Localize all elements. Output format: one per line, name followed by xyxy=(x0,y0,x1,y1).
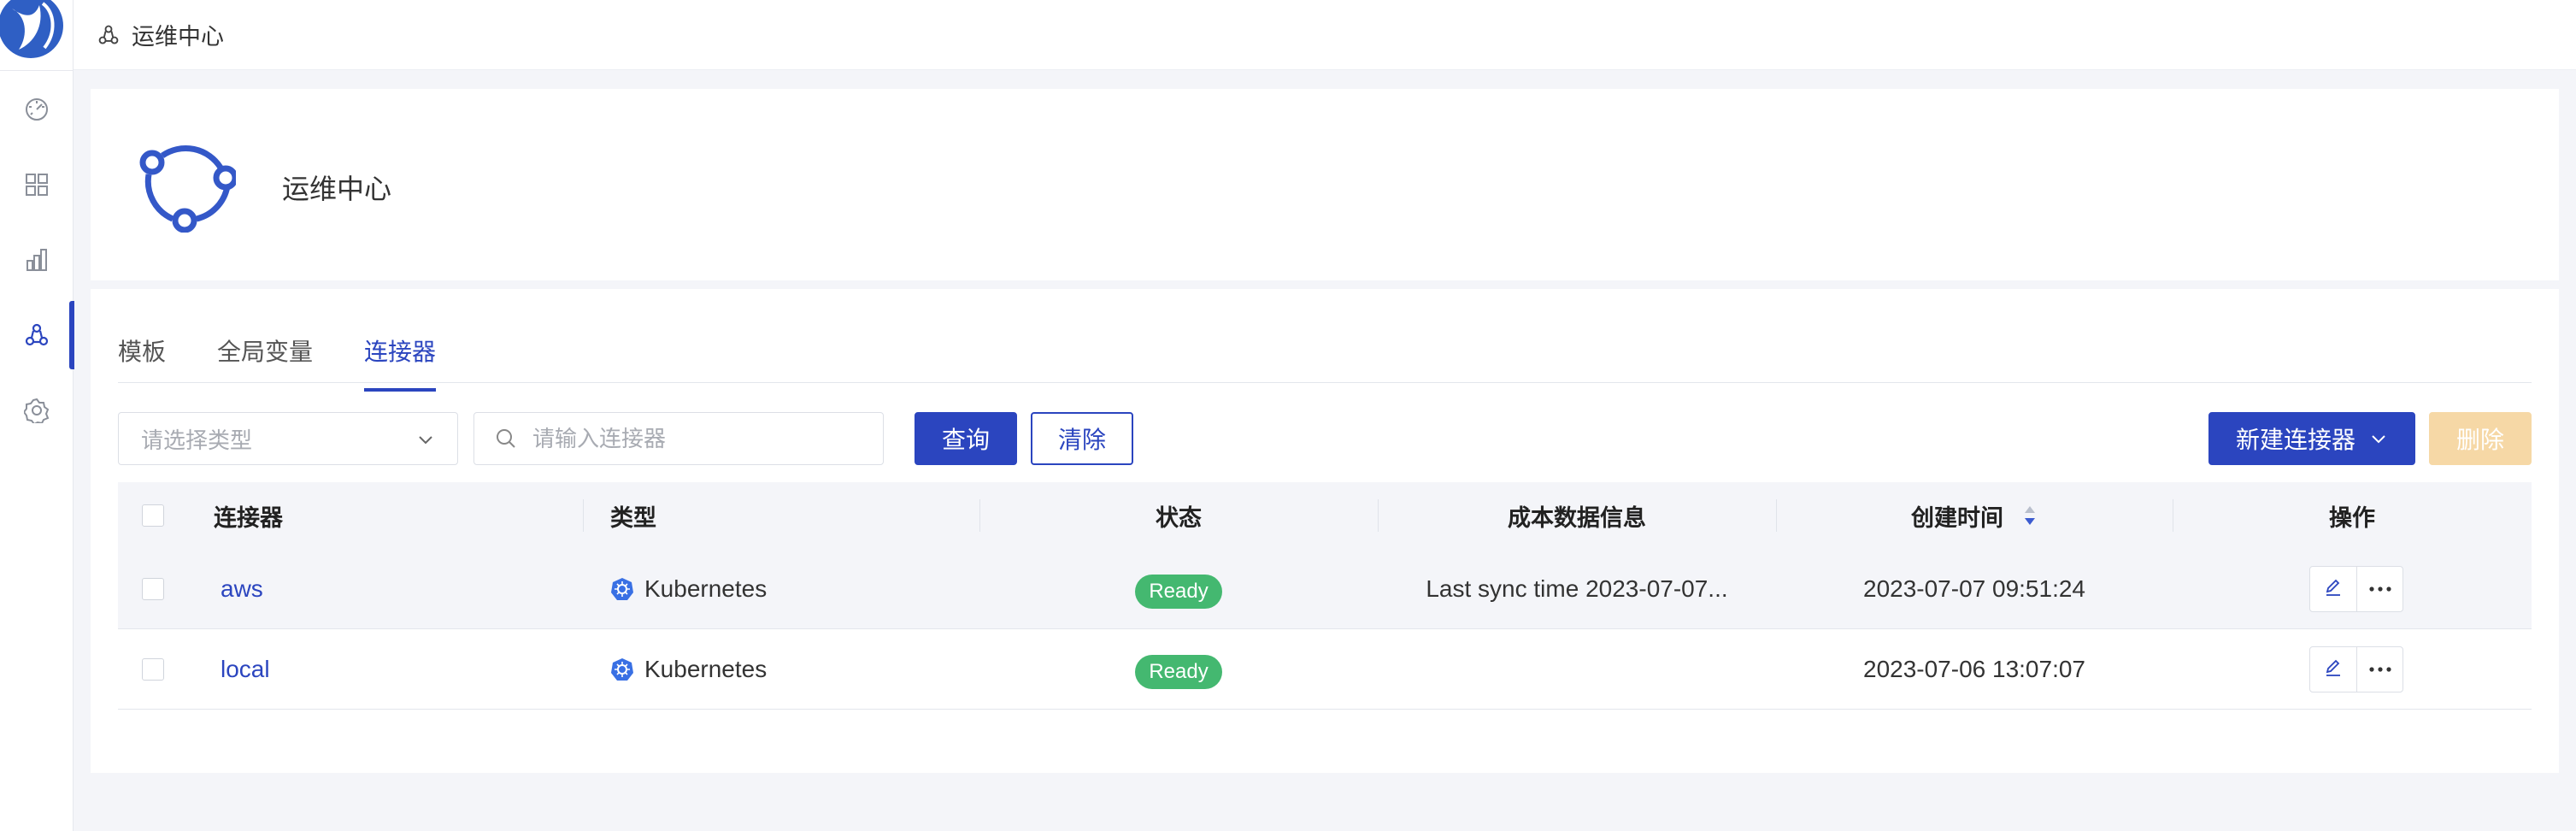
kubernetes-icon xyxy=(610,657,634,681)
more-actions-button[interactable] xyxy=(2356,647,2403,692)
edit-pencil-icon xyxy=(2323,577,2344,602)
sidebar-item-ops-center[interactable] xyxy=(0,301,74,369)
type-select[interactable]: 请选择类型 xyxy=(118,412,458,465)
table-header: 连接器 类型 状态 成本数据信息 创建时间 操作 xyxy=(118,482,2532,549)
type-cell: Kubernetes xyxy=(610,549,767,629)
connector-name-link[interactable]: local xyxy=(221,629,270,710)
apps-grid-icon xyxy=(24,172,50,197)
new-connector-label: 新建连接器 xyxy=(2235,427,2355,453)
created-time-cell: 2023-07-07 09:51:24 xyxy=(1863,575,2085,602)
status-badge: Ready xyxy=(1135,655,1222,689)
brand-logo[interactable] xyxy=(0,0,65,60)
row-checkbox[interactable] xyxy=(142,578,164,600)
ops-center-icon xyxy=(24,322,50,348)
status-cell: Ready xyxy=(979,549,1378,629)
status-cell: Ready xyxy=(979,629,1378,710)
search-icon xyxy=(495,427,517,450)
page-title: 运维中心 xyxy=(282,174,392,204)
row-checkbox[interactable] xyxy=(142,658,164,681)
chevron-down-icon xyxy=(2369,429,2388,448)
row-actions xyxy=(2309,566,2403,612)
connector-name-link[interactable]: aws xyxy=(221,549,263,629)
breadcrumb: 运维中心 xyxy=(132,24,224,50)
ops-center-icon xyxy=(97,24,120,46)
sidebar-item-apps[interactable] xyxy=(0,150,74,219)
edit-button[interactable] xyxy=(2310,567,2356,611)
tab-global-variables[interactable]: 全局变量 xyxy=(217,333,313,380)
tab-bar: 模板 全局变量 连接器 xyxy=(118,289,2532,392)
more-dots-icon xyxy=(2368,581,2392,597)
sidebar-divider xyxy=(0,70,74,71)
bar-chart-icon xyxy=(24,247,50,273)
column-header-actions: 操作 xyxy=(2329,504,2375,531)
row-actions xyxy=(2309,646,2403,692)
edit-button[interactable] xyxy=(2310,647,2356,692)
new-connector-button[interactable]: 新建连接器 xyxy=(2208,412,2415,465)
type-label: Kubernetes xyxy=(644,575,768,602)
connectors-table: 连接器 类型 状态 成本数据信息 创建时间 操作 aws Kubernetes … xyxy=(118,482,2532,710)
page-header: 运维中心 xyxy=(91,89,2559,280)
column-header-created-time[interactable]: 创建时间 xyxy=(1776,482,2173,549)
sidebar-item-settings[interactable] xyxy=(0,376,74,445)
select-all-checkbox[interactable] xyxy=(142,504,164,527)
table-row: local Kubernetes Ready 2023-07-06 13:07:… xyxy=(118,629,2532,710)
clear-button[interactable]: 清除 xyxy=(1031,412,1133,465)
query-button[interactable]: 查询 xyxy=(915,412,1017,465)
sort-icon[interactable] xyxy=(2022,504,2038,527)
column-header-status: 状态 xyxy=(1156,504,1202,531)
type-label: Kubernetes xyxy=(644,656,768,682)
kubernetes-icon xyxy=(610,577,634,601)
dashboard-icon xyxy=(24,97,50,122)
created-time-cell: 2023-07-06 13:07:07 xyxy=(1863,656,2085,682)
app-root: 运维中心 运维中心 模板 全局变量 连接器 请选择类型 请输入连接器 查询 清除… xyxy=(0,0,2576,831)
sidebar xyxy=(0,0,74,831)
connectors-panel: 模板 全局变量 连接器 请选择类型 查询 清除 新建连接器 删除 xyxy=(91,289,2559,773)
search-input[interactable] xyxy=(532,425,857,452)
column-header-type: 类型 xyxy=(610,504,656,531)
settings-gear-icon xyxy=(24,398,50,423)
sidebar-item-dashboard[interactable] xyxy=(0,75,74,144)
delete-button[interactable]: 删除 xyxy=(2429,412,2532,465)
table-row: aws Kubernetes Ready Last sync time 2023… xyxy=(118,549,2532,629)
cost-info-cell: Last sync time 2023-07-07... xyxy=(1426,575,1728,602)
chevron-down-icon xyxy=(416,430,435,453)
edit-pencil-icon xyxy=(2323,657,2344,682)
top-bar: 运维中心 xyxy=(74,0,2576,70)
column-header-cost-info: 成本数据信息 xyxy=(1508,504,1646,531)
tab-connectors[interactable]: 连接器 xyxy=(364,333,437,392)
type-select-placeholder: 请选择类型 xyxy=(141,427,253,453)
column-header-connector: 连接器 xyxy=(214,504,283,531)
cost-info-cell xyxy=(1378,629,1776,710)
tab-templates[interactable]: 模板 xyxy=(118,333,166,380)
type-cell: Kubernetes xyxy=(610,629,767,710)
created-time-label: 创建时间 xyxy=(1911,504,2003,531)
sidebar-item-analytics[interactable] xyxy=(0,226,74,294)
ops-center-large-icon xyxy=(133,130,238,237)
search-field xyxy=(473,412,884,465)
more-dots-icon xyxy=(2368,662,2392,677)
column-divider xyxy=(583,499,584,532)
more-actions-button[interactable] xyxy=(2356,567,2403,611)
status-badge: Ready xyxy=(1135,575,1222,609)
